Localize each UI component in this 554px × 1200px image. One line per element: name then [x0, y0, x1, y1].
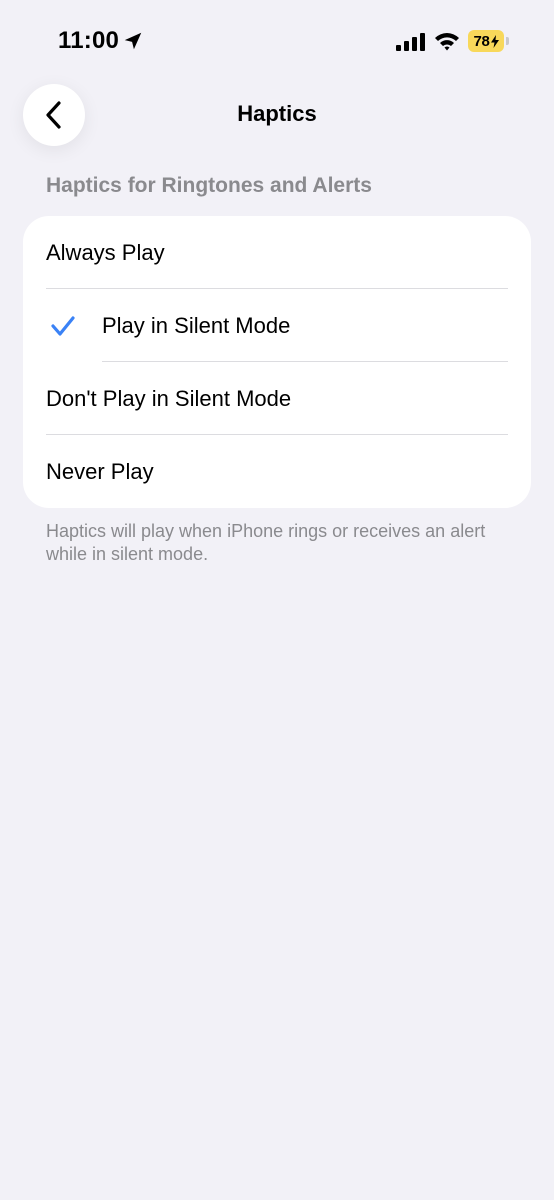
haptics-options-list: Always Play Play in Silent Mode Don't Pl… [23, 216, 531, 508]
option-label: Play in Silent Mode [102, 313, 291, 338]
option-never-play[interactable]: Never Play [23, 435, 531, 508]
location-arrow-icon [124, 32, 142, 50]
page-title: Haptics [237, 101, 317, 126]
section-footer: Haptics will play when iPhone rings or r… [46, 521, 486, 564]
option-label: Never Play [46, 459, 154, 484]
checkmark-icon [51, 316, 75, 336]
option-always-play[interactable]: Always Play [23, 216, 531, 289]
battery-body: 78 [468, 30, 504, 52]
section-header: Haptics for Ringtones and Alerts [46, 174, 372, 197]
option-label: Always Play [46, 240, 165, 265]
status-time: 11:00 [58, 27, 120, 54]
battery-cap [506, 37, 509, 45]
option-label: Don't Play in Silent Mode [46, 386, 292, 411]
wifi-icon [435, 33, 459, 51]
option-dont-play-in-silent-mode[interactable]: Don't Play in Silent Mode [23, 362, 531, 435]
cellular-signal-icon [396, 33, 425, 51]
battery-level: 78 [473, 32, 490, 50]
battery-charging-icon [490, 34, 499, 48]
status-bar: 11:00 78 [0, 0, 554, 80]
option-play-in-silent-mode[interactable]: Play in Silent Mode [23, 289, 531, 362]
battery-indicator: 78 [468, 30, 510, 52]
